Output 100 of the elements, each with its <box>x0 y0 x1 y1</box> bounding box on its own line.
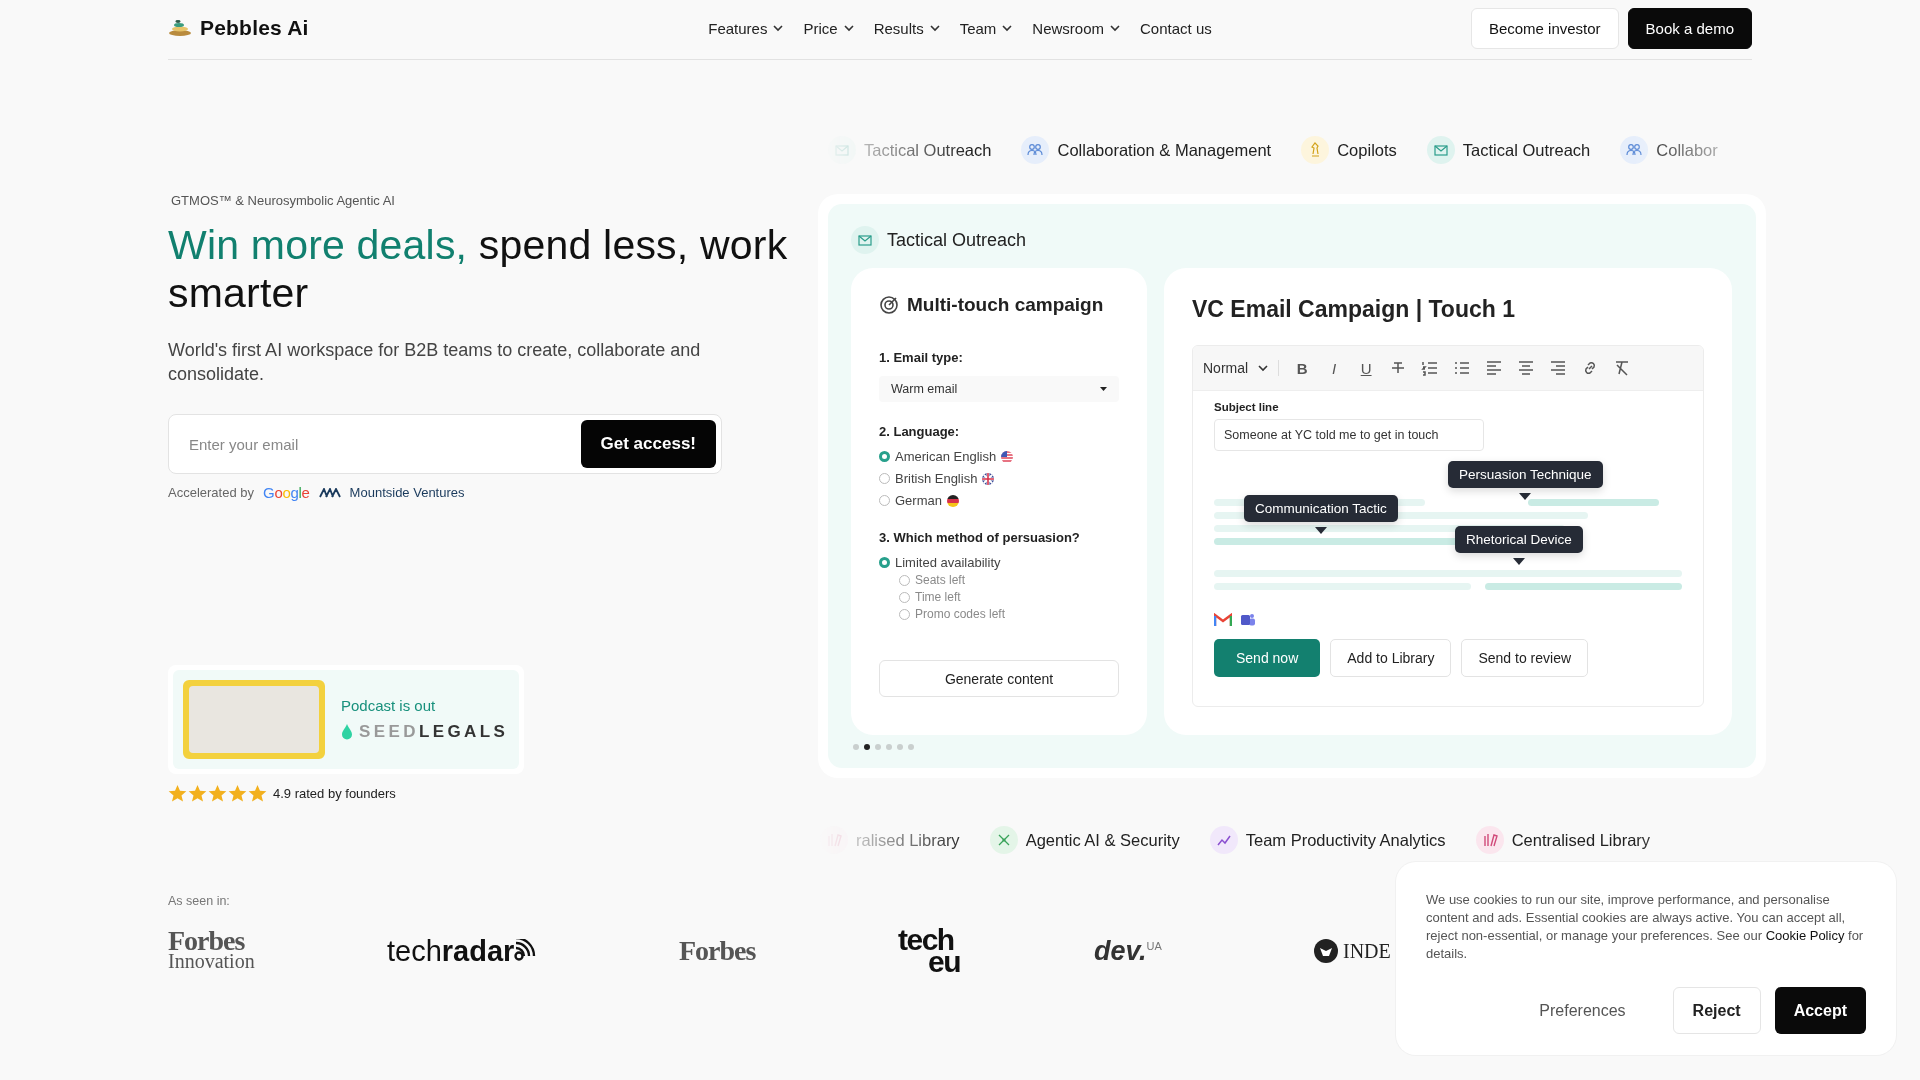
nav-menu-item[interactable]: Results <box>873 15 940 41</box>
pointer-icon <box>1519 493 1532 500</box>
generate-content-button[interactable]: Generate content <box>879 660 1119 697</box>
get-access-button[interactable]: Get access! <box>580 420 716 468</box>
nav-menu-item[interactable]: Price <box>803 15 854 41</box>
techradar-logo: techradar <box>387 934 541 967</box>
field-label: Subject line <box>1214 401 1280 413</box>
action-button[interactable]: Add to Library <box>1330 639 1452 677</box>
subject-input[interactable]: Someone at YC told me to get in touch <box>1214 419 1484 451</box>
headline: Win more deals, spend less, work smarter <box>168 221 789 317</box>
cookie-notice: We use cookies to run our site, improve performance, and personalise content and ads. Essential cookies are always active. You can accept all, reject non-essential, or manage your preferences. See our Cookie Policy for details. <box>1426 891 1865 963</box>
flag-icon <box>946 494 959 507</box>
feature-label: Collabor <box>1656 140 1718 160</box>
feature-label: Centralised Library <box>1511 830 1651 850</box>
email-input[interactable]: Enter your email <box>187 434 581 454</box>
mail-icon <box>1214 613 1232 627</box>
mountside-logo-icon <box>318 487 341 498</box>
flag-icon <box>1001 450 1014 463</box>
text-style-select[interactable]: Normal <box>1203 360 1280 376</box>
cookie-policy-link[interactable]: Cookie Policy <box>1765 928 1845 943</box>
google-logo: Google <box>263 484 310 501</box>
radio-button[interactable] <box>899 608 910 620</box>
option-label: American English <box>895 449 997 464</box>
seedlegals-logo: SEED LEGALS <box>359 722 509 742</box>
independent-logo: INDE <box>1343 939 1391 963</box>
radio-button[interactable] <box>899 591 910 603</box>
underline-button[interactable]: U <box>1357 359 1376 377</box>
star-icon <box>248 784 267 803</box>
option-label: Time left <box>915 590 961 604</box>
dropdown-icon <box>1100 387 1107 391</box>
brand-name: Pebbles Ai <box>200 16 309 40</box>
star-icon <box>188 784 207 803</box>
action-button[interactable]: Send to review <box>1461 639 1589 677</box>
chess-knight-icon <box>1301 136 1330 164</box>
option-label: Promo codes left <box>915 607 1006 621</box>
send-now-button[interactable]: Send now <box>1214 639 1321 677</box>
email-type-select[interactable]: Warm email <box>879 376 1119 402</box>
align-left-icon[interactable] <box>1485 359 1504 377</box>
forbes-subtitle: Innovation <box>168 951 256 971</box>
carousel-dot[interactable] <box>908 744 914 750</box>
email-title: VC Email Campaign | Touch 1 <box>1192 296 1516 323</box>
forbes-logo: Forbes <box>168 931 245 951</box>
italic-button[interactable]: I <box>1325 359 1344 377</box>
align-right-icon[interactable] <box>1549 359 1568 377</box>
star-icon <box>208 784 227 803</box>
people-icon <box>1620 136 1649 164</box>
podcast-title: Podcast is out <box>341 697 437 714</box>
books-icon <box>1475 826 1504 854</box>
rating-text: 4.9 rated by founders <box>273 786 396 801</box>
question-label: 3. Which method of persuasion? <box>879 530 1081 545</box>
eyebrow-text: GTMOS™ & Neurosymbolic Agentic AI <box>171 193 395 208</box>
align-center-icon[interactable] <box>1517 359 1536 377</box>
radio-button[interactable] <box>879 451 890 462</box>
card-title: Multi-touch campaign <box>907 294 1104 316</box>
radio-button[interactable] <box>899 574 910 586</box>
feature-label: Team Productivity Analytics <box>1245 830 1446 850</box>
nav-menu-item[interactable]: Team <box>959 15 1013 41</box>
option-label: Limited availability <box>895 555 1001 570</box>
ordered-list-icon[interactable] <box>1421 359 1440 377</box>
radio-button[interactable] <box>879 495 890 506</box>
carousel-dot[interactable] <box>897 744 903 750</box>
accept-button[interactable]: Accept <box>1774 987 1866 1034</box>
preferences-button[interactable]: Preferences <box>1520 987 1645 1034</box>
flag-icon <box>982 472 995 485</box>
investor-button[interactable]: Become investor <box>1470 7 1619 49</box>
subtitle: World's first AI workspace for B2B teams to create, collaborate and consolidate. <box>168 339 702 386</box>
star-icon <box>228 784 247 803</box>
reject-button[interactable]: Reject <box>1672 987 1761 1034</box>
pointer-icon <box>1512 558 1525 565</box>
nav-menu-item[interactable]: Features <box>708 15 784 41</box>
carousel-dot[interactable] <box>853 744 859 750</box>
envelope-icon <box>851 226 879 254</box>
radio-button[interactable] <box>879 473 890 484</box>
question-label: 1. Email type: <box>879 350 964 365</box>
target-icon <box>879 295 899 315</box>
book-demo-button[interactable]: Book a demo <box>1627 7 1752 49</box>
feature-label: Copilots <box>1337 140 1397 160</box>
carousel-dot[interactable] <box>875 744 881 750</box>
tech-eu-logo: tech eu <box>898 929 961 973</box>
carousel-dot[interactable] <box>864 744 870 750</box>
feature-label: Tactical Outreach <box>864 140 992 160</box>
feature-label: ralised Library <box>856 830 960 850</box>
radio-button[interactable] <box>879 557 890 568</box>
bullet-list-icon[interactable] <box>1453 359 1472 377</box>
pointer-icon <box>1314 527 1327 534</box>
star-icon <box>168 784 187 803</box>
nav-menu-item[interactable]: Contact us <box>1140 15 1212 41</box>
bold-button[interactable]: B <box>1293 359 1312 377</box>
feature-label: Collaboration & Management <box>1057 140 1272 160</box>
feature-label: Tactical Outreach <box>1462 140 1591 160</box>
option-label: German <box>895 493 942 508</box>
partner-name: Mountside Ventures <box>349 485 465 500</box>
carousel-dot[interactable] <box>886 744 892 750</box>
forbes-logo: Forbes <box>679 935 756 966</box>
people-icon <box>1021 136 1050 164</box>
nav-menu-item[interactable]: Newsroom <box>1032 15 1121 41</box>
option-label: Seats left <box>915 573 966 587</box>
feature-label: Agentic AI & Security <box>1025 830 1180 850</box>
accelerated-label: Accelerated by <box>168 485 254 500</box>
drop-icon <box>341 724 353 740</box>
